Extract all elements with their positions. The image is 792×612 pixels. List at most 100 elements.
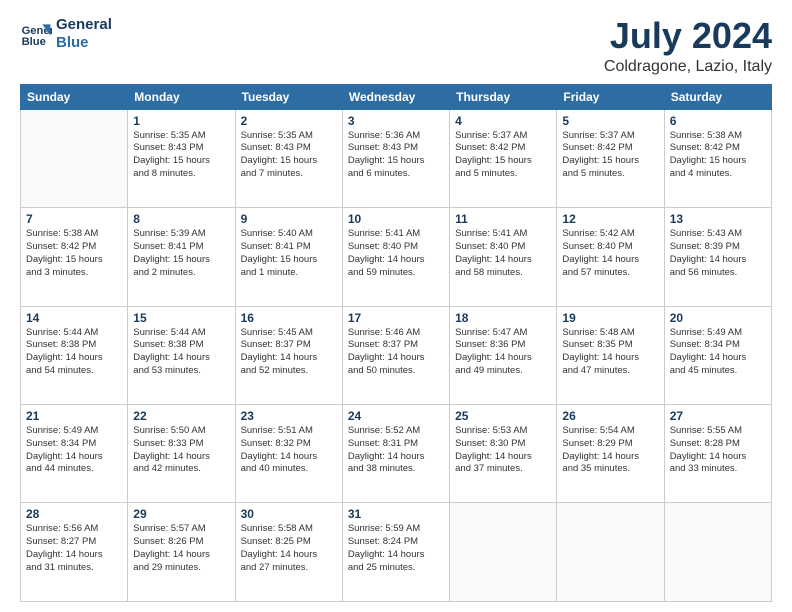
day-number: 4 bbox=[455, 114, 551, 128]
table-row: 8Sunrise: 5:39 AM Sunset: 8:41 PM Daylig… bbox=[128, 208, 235, 306]
subtitle: Coldragone, Lazio, Italy bbox=[604, 58, 772, 76]
table-row: 1Sunrise: 5:35 AM Sunset: 8:43 PM Daylig… bbox=[128, 109, 235, 207]
table-row: 28 Sunrise: 5:56 AM Sunset: 8:27 PM Dayli… bbox=[21, 503, 128, 602]
day-info: Sunrise: 5:47 AM Sunset: 8:36 PM Dayligh… bbox=[455, 327, 551, 378]
day-info: Sunrise: 5:38 AM Sunset: 8:42 PM Dayligh… bbox=[670, 130, 766, 181]
title-block: July 2024 Coldragone, Lazio, Italy bbox=[604, 16, 772, 76]
table-row: 21 Sunrise: 5:49 AM Sunset: 8:34 PM Dayli… bbox=[21, 405, 128, 503]
day-number: 31 bbox=[348, 507, 444, 521]
calendar-table: Sunday Monday Tuesday Wednesday Thursday… bbox=[20, 84, 772, 602]
day-number: 10 bbox=[348, 212, 444, 226]
day-info: Sunrise: 5:37 AM Sunset: 8:42 PM Dayligh… bbox=[562, 130, 658, 181]
day-info: Sunrise: 5:49 AM Sunset: 8:34 PM Dayligh… bbox=[670, 327, 766, 378]
day-number: 23 bbox=[241, 409, 337, 423]
day-number: 1 bbox=[133, 114, 229, 128]
table-row: 13 Sunrise: 5:43 AM Sunset: 8:39 PM Dayli… bbox=[664, 208, 771, 306]
day-number: 15 bbox=[133, 311, 229, 325]
day-number: 28 bbox=[26, 507, 122, 521]
col-sunday: Sunday bbox=[21, 84, 128, 109]
table-row: 19Sunrise: 5:48 AM Sunset: 8:35 PM Dayli… bbox=[557, 306, 664, 404]
svg-text:Blue: Blue bbox=[22, 36, 46, 48]
day-number: 9 bbox=[241, 212, 337, 226]
table-row: 7Sunrise: 5:38 AM Sunset: 8:42 PM Daylig… bbox=[21, 208, 128, 306]
page: General Blue General Blue July 2024 Cold… bbox=[0, 0, 792, 612]
logo-general: General bbox=[56, 16, 112, 34]
table-row: 30 Sunrise: 5:58 AM Sunset: 8:25 PM Dayli… bbox=[235, 503, 342, 602]
table-row: 14Sunrise: 5:44 AM Sunset: 8:38 PM Dayli… bbox=[21, 306, 128, 404]
day-number: 6 bbox=[670, 114, 766, 128]
day-info: Sunrise: 5:57 AM Sunset: 8:26 PM Dayligh… bbox=[133, 523, 229, 574]
day-info: Sunrise: 5:56 AM Sunset: 8:27 PM Dayligh… bbox=[26, 523, 122, 574]
logo-blue: Blue bbox=[56, 34, 112, 52]
day-number: 12 bbox=[562, 212, 658, 226]
table-row bbox=[21, 109, 128, 207]
day-info: Sunrise: 5:50 AM Sunset: 8:33 PM Dayligh… bbox=[133, 425, 229, 476]
day-number: 3 bbox=[348, 114, 444, 128]
logo-icon: General Blue bbox=[20, 18, 52, 50]
table-row: 17 Sunrise: 5:46 AM Sunset: 8:37 PM Dayli… bbox=[342, 306, 449, 404]
day-number: 20 bbox=[670, 311, 766, 325]
day-number: 19 bbox=[562, 311, 658, 325]
day-number: 16 bbox=[241, 311, 337, 325]
day-info: Sunrise: 5:36 AM Sunset: 8:43 PM Dayligh… bbox=[348, 130, 444, 181]
day-info: Sunrise: 5:39 AM Sunset: 8:41 PM Dayligh… bbox=[133, 228, 229, 279]
day-number: 5 bbox=[562, 114, 658, 128]
day-info: Sunrise: 5:49 AM Sunset: 8:34 PM Dayligh… bbox=[26, 425, 122, 476]
day-info: Sunrise: 5:41 AM Sunset: 8:40 PM Dayligh… bbox=[455, 228, 551, 279]
table-row: 24Sunrise: 5:52 AM Sunset: 8:31 PM Dayli… bbox=[342, 405, 449, 503]
day-number: 22 bbox=[133, 409, 229, 423]
day-number: 17 bbox=[348, 311, 444, 325]
col-thursday: Thursday bbox=[450, 84, 557, 109]
table-row: 12Sunrise: 5:42 AM Sunset: 8:40 PM Dayli… bbox=[557, 208, 664, 306]
day-number: 29 bbox=[133, 507, 229, 521]
table-row: 2Sunrise: 5:35 AM Sunset: 8:43 PM Daylig… bbox=[235, 109, 342, 207]
day-info: Sunrise: 5:46 AM Sunset: 8:37 PM Dayligh… bbox=[348, 327, 444, 378]
day-number: 2 bbox=[241, 114, 337, 128]
table-row: 10 Sunrise: 5:41 AM Sunset: 8:40 PM Dayli… bbox=[342, 208, 449, 306]
day-info: Sunrise: 5:37 AM Sunset: 8:42 PM Dayligh… bbox=[455, 130, 551, 181]
header: General Blue General Blue July 2024 Cold… bbox=[20, 16, 772, 76]
day-info: Sunrise: 5:51 AM Sunset: 8:32 PM Dayligh… bbox=[241, 425, 337, 476]
table-row: 22 Sunrise: 5:50 AM Sunset: 8:33 PM Dayli… bbox=[128, 405, 235, 503]
day-number: 21 bbox=[26, 409, 122, 423]
table-row: 23 Sunrise: 5:51 AM Sunset: 8:32 PM Dayli… bbox=[235, 405, 342, 503]
table-row: 29 Sunrise: 5:57 AM Sunset: 8:26 PM Dayli… bbox=[128, 503, 235, 602]
col-saturday: Saturday bbox=[664, 84, 771, 109]
table-row bbox=[450, 503, 557, 602]
col-friday: Friday bbox=[557, 84, 664, 109]
table-row: 27 Sunrise: 5:55 AM Sunset: 8:28 PM Dayli… bbox=[664, 405, 771, 503]
table-row: 26Sunrise: 5:54 AM Sunset: 8:29 PM Dayli… bbox=[557, 405, 664, 503]
table-row: 9Sunrise: 5:40 AM Sunset: 8:41 PM Daylig… bbox=[235, 208, 342, 306]
day-info: Sunrise: 5:44 AM Sunset: 8:38 PM Dayligh… bbox=[133, 327, 229, 378]
col-tuesday: Tuesday bbox=[235, 84, 342, 109]
table-row: 6 Sunrise: 5:38 AM Sunset: 8:42 PM Daylig… bbox=[664, 109, 771, 207]
table-row bbox=[557, 503, 664, 602]
day-number: 27 bbox=[670, 409, 766, 423]
day-number: 25 bbox=[455, 409, 551, 423]
day-number: 30 bbox=[241, 507, 337, 521]
day-info: Sunrise: 5:53 AM Sunset: 8:30 PM Dayligh… bbox=[455, 425, 551, 476]
table-row: 5 Sunrise: 5:37 AM Sunset: 8:42 PM Daylig… bbox=[557, 109, 664, 207]
table-row: 3 Sunrise: 5:36 AM Sunset: 8:43 PM Daylig… bbox=[342, 109, 449, 207]
day-info: Sunrise: 5:45 AM Sunset: 8:37 PM Dayligh… bbox=[241, 327, 337, 378]
day-number: 11 bbox=[455, 212, 551, 226]
calendar-body: 1Sunrise: 5:35 AM Sunset: 8:43 PM Daylig… bbox=[21, 109, 772, 601]
col-wednesday: Wednesday bbox=[342, 84, 449, 109]
col-monday: Monday bbox=[128, 84, 235, 109]
day-number: 18 bbox=[455, 311, 551, 325]
day-number: 26 bbox=[562, 409, 658, 423]
day-info: Sunrise: 5:41 AM Sunset: 8:40 PM Dayligh… bbox=[348, 228, 444, 279]
day-number: 7 bbox=[26, 212, 122, 226]
table-row: 18 Sunrise: 5:47 AM Sunset: 8:36 PM Dayli… bbox=[450, 306, 557, 404]
day-info: Sunrise: 5:52 AM Sunset: 8:31 PM Dayligh… bbox=[348, 425, 444, 476]
logo: General Blue General Blue bbox=[20, 16, 112, 52]
day-info: Sunrise: 5:43 AM Sunset: 8:39 PM Dayligh… bbox=[670, 228, 766, 279]
day-info: Sunrise: 5:58 AM Sunset: 8:25 PM Dayligh… bbox=[241, 523, 337, 574]
table-row: 16 Sunrise: 5:45 AM Sunset: 8:37 PM Dayli… bbox=[235, 306, 342, 404]
day-info: Sunrise: 5:44 AM Sunset: 8:38 PM Dayligh… bbox=[26, 327, 122, 378]
calendar-header: Sunday Monday Tuesday Wednesday Thursday… bbox=[21, 84, 772, 109]
day-info: Sunrise: 5:55 AM Sunset: 8:28 PM Dayligh… bbox=[670, 425, 766, 476]
table-row: 4 Sunrise: 5:37 AM Sunset: 8:42 PM Daylig… bbox=[450, 109, 557, 207]
day-number: 13 bbox=[670, 212, 766, 226]
table-row: 31Sunrise: 5:59 AM Sunset: 8:24 PM Dayli… bbox=[342, 503, 449, 602]
